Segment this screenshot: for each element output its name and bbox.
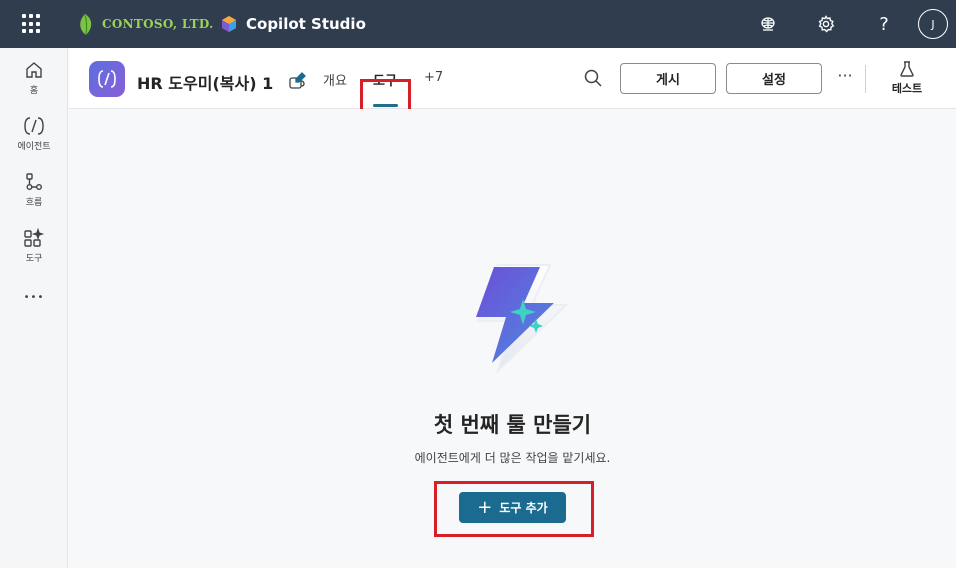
- top-header: CONTOSO, LTD. Copilot Studio ? J: [0, 0, 956, 48]
- rail-label-home: 홈: [29, 86, 39, 96]
- left-nav-rail: 홈 에이전트 흐름 도구 •••: [0, 48, 68, 568]
- brand-name: CONTOSO, LTD.: [102, 17, 214, 31]
- help-icon[interactable]: ?: [870, 10, 898, 38]
- empty-state-subtitle: 에이전트에게 더 많은 작업을 맡기세요.: [414, 451, 611, 465]
- rail-more-button[interactable]: •••: [0, 292, 68, 303]
- add-tool-button[interactable]: + 도구 추가: [459, 492, 566, 523]
- agent-edit-icon[interactable]: [288, 71, 308, 91]
- tools-icon: [24, 228, 45, 247]
- toolbar-divider: [865, 65, 866, 93]
- agent-header: HR 도우미(복사) 1 개요 도구 +7 게시 설정 ··· 테스트: [69, 48, 956, 128]
- header-actions: ? J: [754, 0, 956, 48]
- tab-more[interactable]: +7: [424, 70, 443, 85]
- rail-label-tools: 도구: [25, 254, 43, 264]
- tab-tools[interactable]: 도구: [373, 70, 397, 89]
- publish-button[interactable]: 게시: [620, 63, 716, 94]
- copilot-studio-logo-icon: [222, 16, 236, 32]
- user-avatar[interactable]: J: [918, 9, 948, 39]
- rail-label-agents: 에이전트: [17, 142, 51, 152]
- rail-item-tools[interactable]: 도구: [0, 228, 68, 264]
- rail-item-home[interactable]: 홈: [0, 60, 68, 96]
- main-content: 첫 번째 툴 만들기 에이전트에게 더 많은 작업을 맡기세요. + 도구 추가: [69, 109, 956, 568]
- add-tool-label: 도구 추가: [499, 501, 548, 515]
- product-name: Copilot Studio: [246, 15, 366, 33]
- test-button[interactable]: 테스트: [885, 60, 929, 98]
- test-label: 테스트: [891, 82, 923, 95]
- environment-icon[interactable]: [754, 10, 782, 38]
- agent-avatar-icon: [89, 61, 125, 97]
- rail-item-flows[interactable]: 흐름: [0, 172, 68, 208]
- home-icon: [26, 62, 42, 78]
- agent-title: HR 도우미(복사) 1: [137, 74, 274, 93]
- flows-icon: [26, 173, 42, 190]
- lightning-illustration-icon: [450, 249, 580, 379]
- product-title[interactable]: Copilot Studio: [220, 12, 366, 36]
- tab-overview[interactable]: 개요: [323, 70, 347, 89]
- rail-item-agents[interactable]: 에이전트: [0, 116, 68, 152]
- leaf-logo-icon: [80, 14, 92, 36]
- active-tab-indicator: [373, 104, 398, 107]
- flask-icon: [900, 61, 914, 77]
- app-launcher-waffle-icon[interactable]: [22, 14, 42, 34]
- company-brand: CONTOSO, LTD.: [76, 12, 214, 36]
- more-options-button[interactable]: ···: [833, 66, 857, 90]
- settings-button[interactable]: 설정: [726, 63, 822, 94]
- plus-icon: +: [477, 497, 493, 518]
- agents-icon: [24, 117, 44, 135]
- settings-gear-icon[interactable]: [812, 10, 840, 38]
- empty-state-heading: 첫 번째 툴 만들기: [433, 413, 592, 437]
- search-icon[interactable]: [583, 68, 605, 90]
- rail-label-flows: 흐름: [25, 198, 43, 208]
